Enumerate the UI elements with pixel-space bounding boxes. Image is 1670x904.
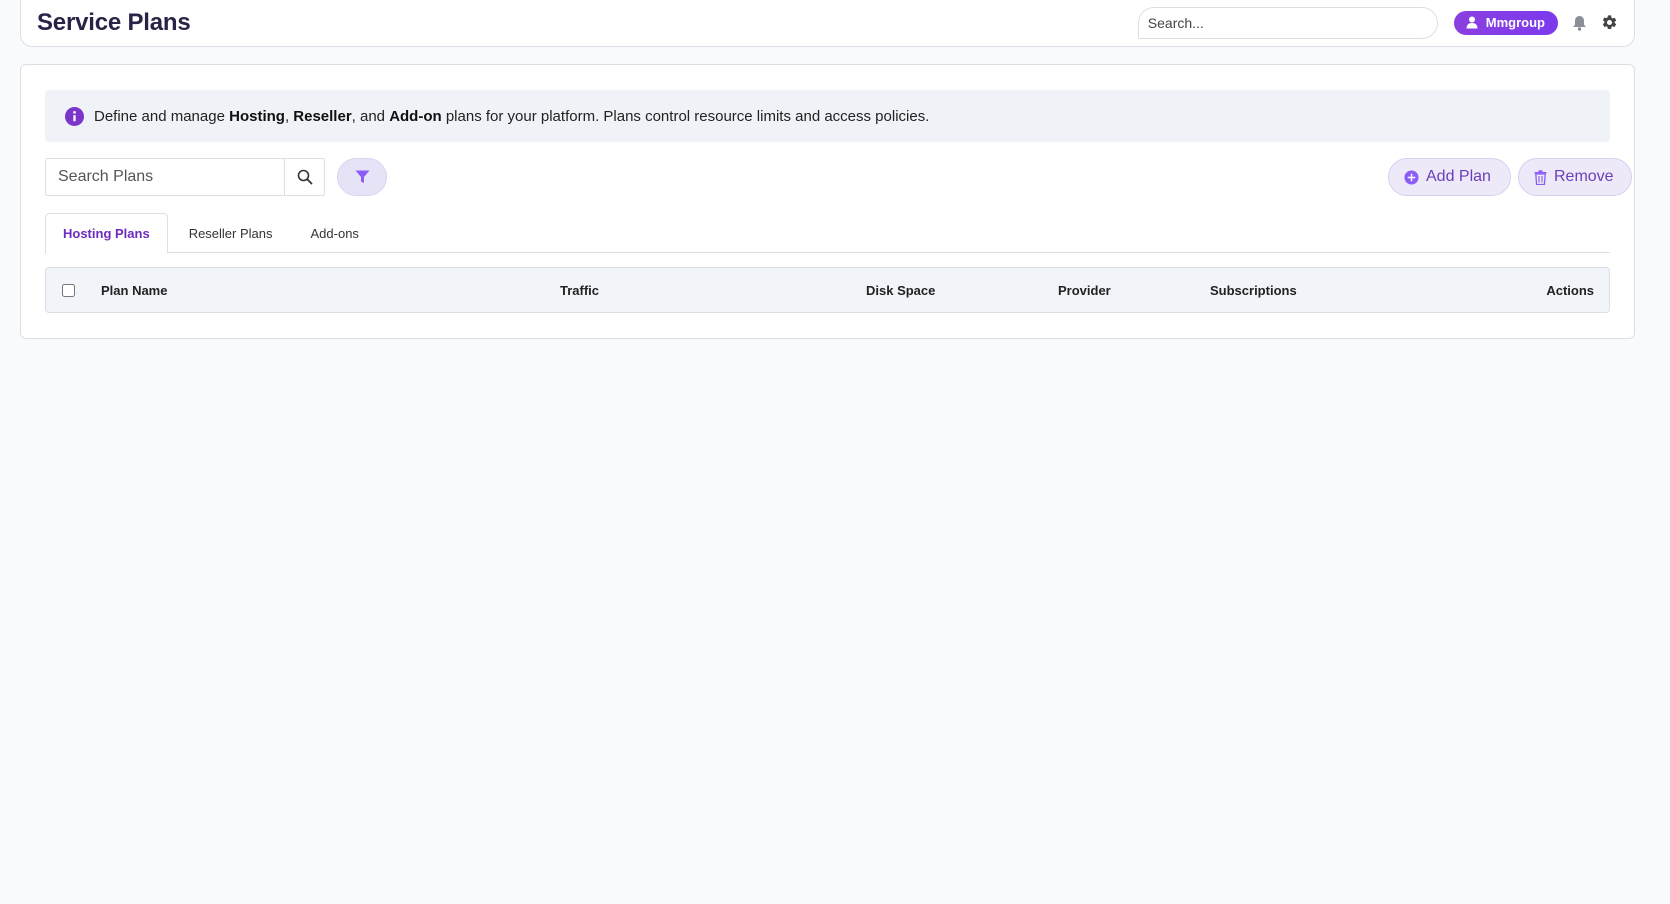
search-plans-group [45, 158, 325, 196]
plans-table-header: Plan Name Traffic Disk Space Provider Su… [45, 267, 1610, 313]
top-bar: Service Plans Mmgroup [20, 0, 1635, 47]
column-actions: Actions [1546, 282, 1594, 298]
plan-tabs: Hosting Plans Reseller Plans Add-ons [45, 213, 1610, 254]
column-traffic[interactable]: Traffic [560, 268, 599, 312]
info-banner: Define and manage Hosting, Reseller, and… [45, 90, 1610, 142]
select-all-cell [62, 268, 75, 312]
notifications-button[interactable] [1572, 15, 1587, 31]
filter-button[interactable] [337, 158, 387, 196]
info-text: Define and manage Hosting, Reseller, and… [94, 107, 930, 125]
plans-card: Define and manage Hosting, Reseller, and… [20, 64, 1635, 339]
tab-add-ons[interactable]: Add-ons [294, 213, 376, 253]
column-plan-name[interactable]: Plan Name [101, 268, 167, 312]
add-plan-label: Add Plan [1426, 168, 1491, 185]
info-reseller: Reseller [293, 107, 352, 125]
tab-reseller-plans[interactable]: Reseller Plans [172, 213, 290, 253]
info-icon [65, 106, 84, 126]
remove-plan-button[interactable]: Remove [1518, 158, 1632, 196]
plus-circle-icon [1404, 169, 1419, 185]
bell-icon [1573, 15, 1586, 31]
plans-toolbar: Add Plan Remove [45, 158, 1632, 196]
user-name: Mmgroup [1485, 15, 1545, 30]
info-hosting: Hosting [229, 107, 285, 125]
remove-plan-label: Remove [1554, 168, 1614, 185]
info-addon: Add-on [389, 107, 442, 125]
top-bar-actions: Mmgroup [1137, 6, 1618, 39]
search-plans-input[interactable] [46, 159, 284, 195]
trash-icon [1534, 169, 1547, 185]
column-provider[interactable]: Provider [1058, 268, 1111, 312]
filter-icon [355, 170, 369, 183]
add-plan-button[interactable]: Add Plan [1388, 158, 1511, 196]
select-all-checkbox[interactable] [62, 283, 75, 297]
tab-hosting-plans[interactable]: Hosting Plans [45, 213, 168, 254]
global-search-input[interactable] [1137, 6, 1438, 39]
user-icon [1466, 16, 1478, 29]
page-title: Service Plans [37, 8, 191, 36]
column-subscriptions[interactable]: Subscriptions [1210, 268, 1297, 312]
gear-icon [1602, 15, 1617, 30]
search-plans-button[interactable] [284, 159, 324, 195]
search-icon [297, 169, 312, 185]
settings-button[interactable] [1601, 14, 1618, 31]
user-menu-button[interactable]: Mmgroup [1453, 10, 1558, 35]
column-disk-space[interactable]: Disk Space [866, 268, 935, 312]
